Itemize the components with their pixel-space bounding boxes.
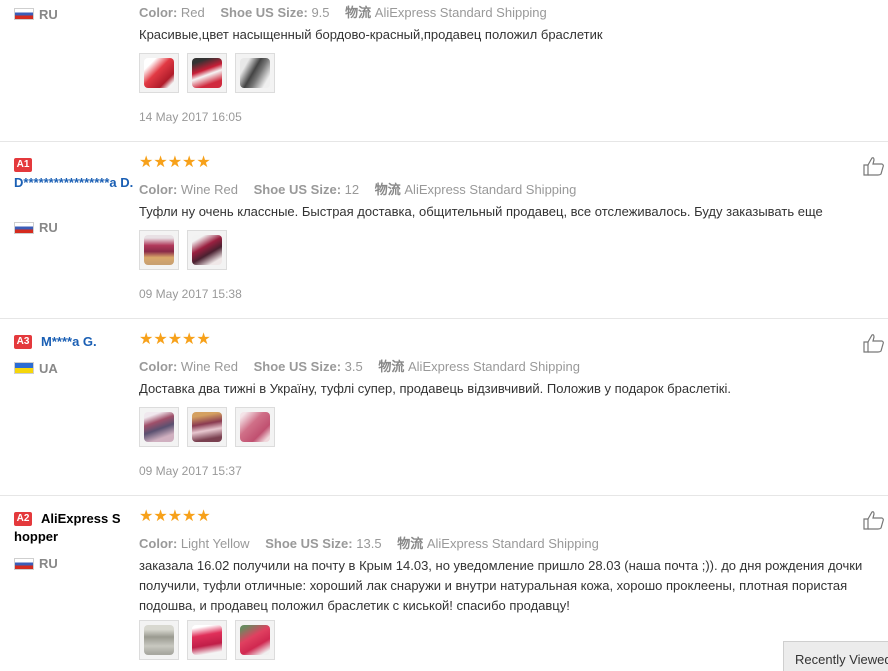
size-value: 9.5 <box>311 5 330 20</box>
review-meta: Color: Wine Red Shoe US Size: 3.5 物流 Ali… <box>139 359 580 374</box>
review-photo[interactable] <box>235 407 275 447</box>
size-value: 3.5 <box>344 359 363 374</box>
review-photo[interactable] <box>187 230 227 270</box>
reviewer-country: RU <box>39 7 58 22</box>
thumbs-up-icon[interactable] <box>863 156 885 176</box>
review-photo[interactable] <box>139 407 179 447</box>
flag-ua-icon <box>14 362 34 374</box>
review-photo[interactable] <box>235 620 275 660</box>
shipping-icon: 物流 <box>378 359 405 374</box>
flag-ru-icon <box>14 222 34 234</box>
review-photo[interactable] <box>139 53 179 93</box>
flag-ru-icon <box>14 558 34 570</box>
shipping-value: AliExpress Standard Shipping <box>374 5 547 20</box>
thumbs-up-icon[interactable] <box>863 333 885 353</box>
rating-stars: ★★★★★ <box>139 154 211 171</box>
recently-viewed-tab[interactable]: Recently Viewed <box>783 641 888 671</box>
review-date: 09 May 2017 15:38 <box>139 287 242 301</box>
color-value: Wine Red <box>180 182 238 197</box>
thumbs-up-icon[interactable] <box>863 510 885 530</box>
review-text: заказала 16.02 получили на почту в Крым … <box>139 558 863 613</box>
rating-stars: ★★★★★ <box>139 331 211 348</box>
size-value: 13.5 <box>356 536 382 551</box>
size-value: 12 <box>344 182 360 197</box>
shipping-value: AliExpress Standard Shipping <box>426 536 599 551</box>
reviewer-country: RU <box>39 220 58 235</box>
review-meta: Color: Light Yellow Shoe US Size: 13.5 物… <box>139 536 599 551</box>
review-date: 14 May 2017 16:05 <box>139 110 242 124</box>
shipping-value: AliExpress Standard Shipping <box>408 359 580 374</box>
buyer-level-badge: A3 <box>14 335 32 349</box>
review-text: Доставка два тижні в Україну, туфлі супе… <box>139 381 731 396</box>
review-photo[interactable] <box>139 230 179 270</box>
rating-stars: ★★★★★ <box>139 508 211 525</box>
shipping-value: AliExpress Standard Shipping <box>404 182 577 197</box>
reviewer-country: RU <box>39 556 58 571</box>
review-photo[interactable] <box>187 407 227 447</box>
review-text: Туфли ну очень классные. Быстрая доставк… <box>139 204 823 219</box>
flag-ru-icon <box>14 8 34 20</box>
color-value: Wine Red <box>180 359 238 374</box>
review-divider <box>0 318 888 319</box>
review-photo[interactable] <box>139 620 179 660</box>
review-photo[interactable] <box>187 620 227 660</box>
shipping-icon: 物流 <box>397 536 424 551</box>
review-date: 09 May 2017 15:37 <box>139 464 242 478</box>
review-meta: Color: Wine Red Shoe US Size: 12 物流 AliE… <box>139 182 577 197</box>
buyer-level-badge: A1 <box>14 158 32 172</box>
reviewer-country: UA <box>39 361 58 376</box>
review-divider <box>0 495 888 496</box>
shipping-icon: 物流 <box>345 5 372 20</box>
reviewer-name[interactable]: AliExpress Shopper <box>14 510 124 546</box>
review-photo[interactable] <box>187 53 227 93</box>
reviewer-name[interactable]: D*****************a D. <box>14 174 154 192</box>
shipping-icon: 物流 <box>374 182 401 197</box>
color-value: Light Yellow <box>180 536 250 551</box>
color-value: Red <box>180 5 205 20</box>
review-meta: Color: Red Shoe US Size: 9.5 物流 AliExpre… <box>139 5 547 20</box>
review-divider <box>0 141 888 142</box>
review-text: Красивые,цвет насыщенный бордово-красный… <box>139 27 603 42</box>
review-photo[interactable] <box>235 53 275 93</box>
